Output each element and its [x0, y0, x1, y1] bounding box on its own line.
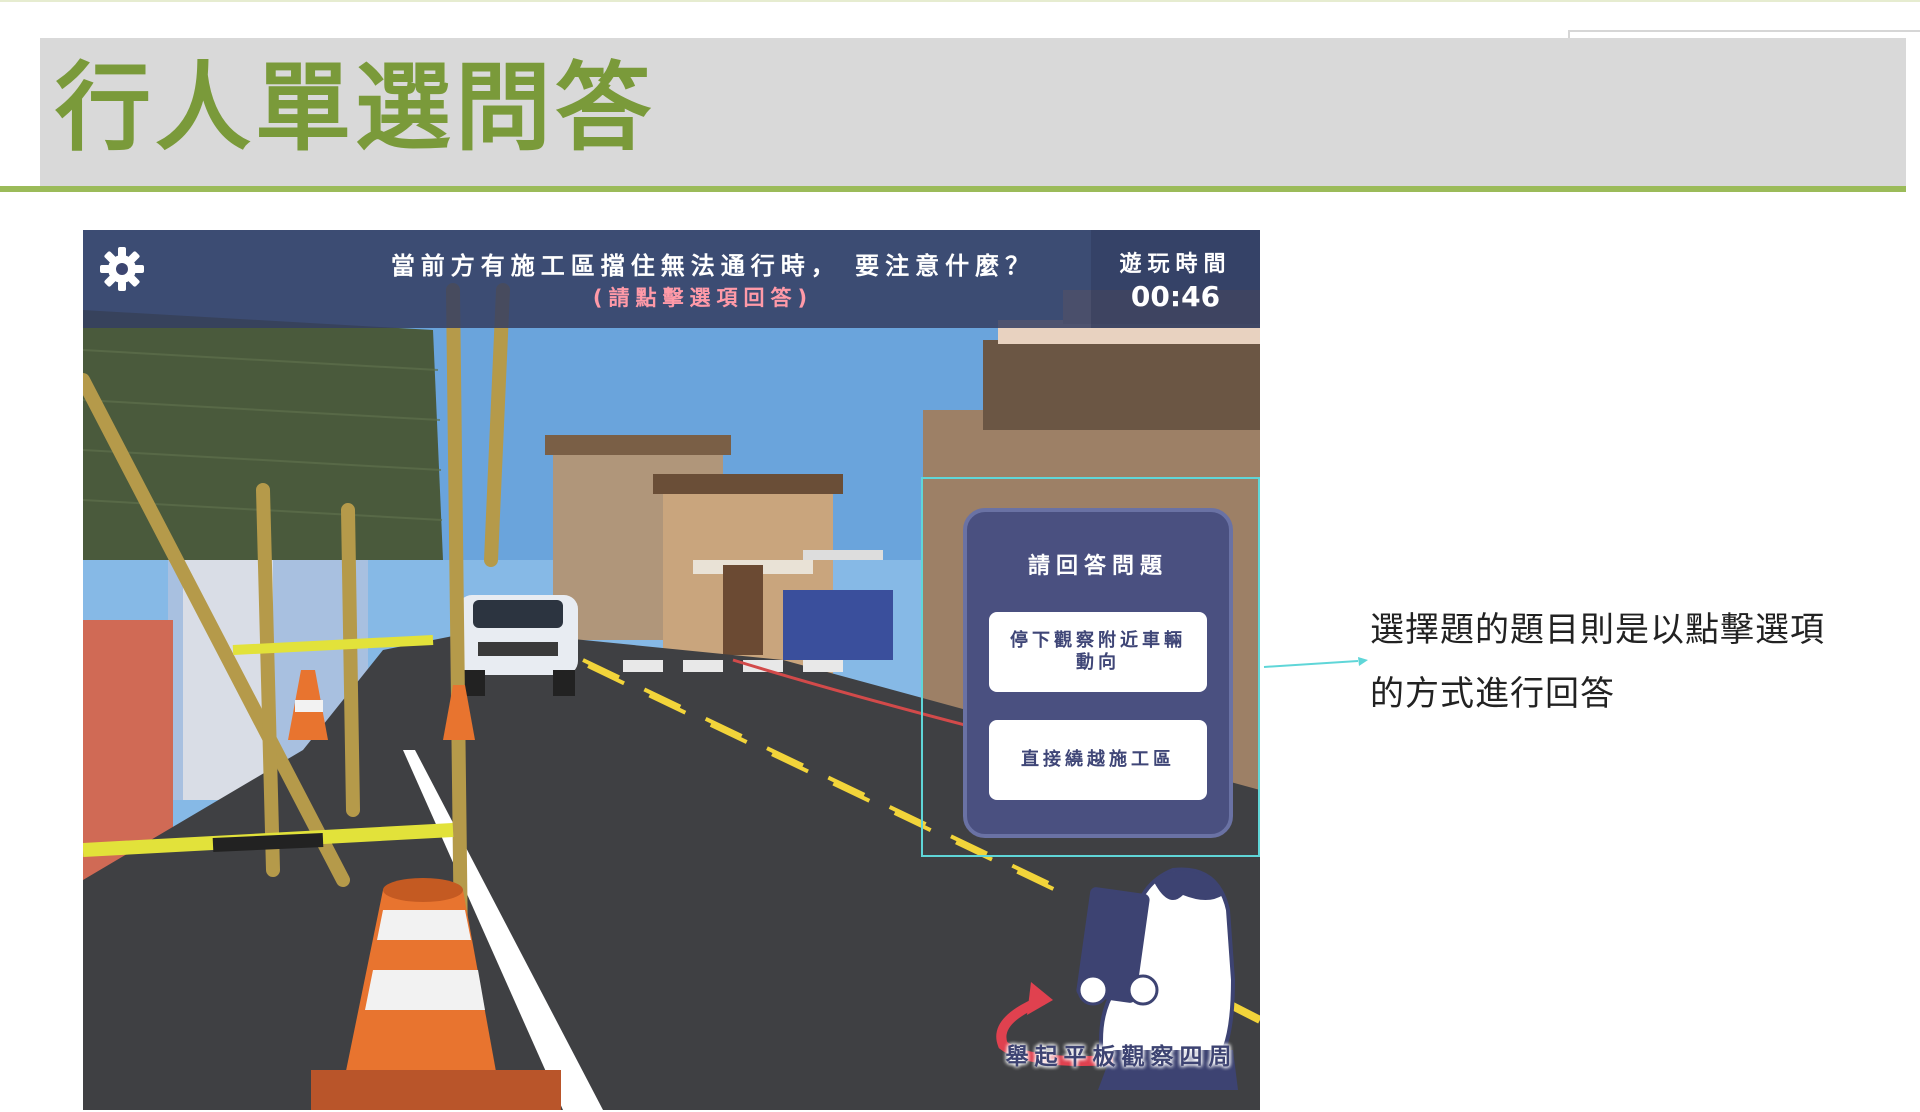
timer-value: 00:46 — [1130, 280, 1221, 313]
instruction-caption: 舉起平板觀察四周 — [1005, 1044, 1238, 1070]
answer-hint: (請點擊選項回答) — [592, 286, 814, 310]
top-rule — [0, 0, 1920, 2]
callout-arrow — [1263, 657, 1368, 668]
question-text: 當前方有施工區擋住無法通行時， 要注意什麼？ — [390, 252, 1036, 280]
callout-text: 選擇題的題目則是以點擊選項的方式進行回答 — [1370, 610, 1825, 714]
question-hud: 當前方有施工區擋住無法通行時， 要注意什麼？ (請點擊選項回答) 遊玩時間 00… — [83, 230, 1260, 328]
answer-option-button[interactable]: 直接繞越施工區 — [989, 720, 1207, 800]
gear-icon[interactable] — [97, 244, 147, 294]
answer-option-button[interactable]: 停下觀察附近車輛動向 — [989, 612, 1207, 692]
corner-decoration — [1568, 30, 1920, 38]
game-screenshot: 當前方有施工區擋住無法通行時， 要注意什麼？ (請點擊選項回答) 遊玩時間 00… — [83, 230, 1260, 1110]
title-underline — [0, 186, 1906, 192]
answer-panel-title: 請回答問題 — [1027, 554, 1168, 579]
answer-panel: 請回答問題 停下觀察附近車輛動向 直接繞越施工區 — [963, 508, 1233, 838]
timer-panel: 遊玩時間 00:46 — [1091, 230, 1260, 328]
timer-label: 遊玩時間 — [1119, 252, 1232, 277]
slide: 行人單選問答 當前方有施工區擋住無法通行時， 要注意什麼？ (請點擊選項回答) … — [0, 0, 1920, 1112]
slide-title: 行人單選問答 — [55, 52, 655, 164]
